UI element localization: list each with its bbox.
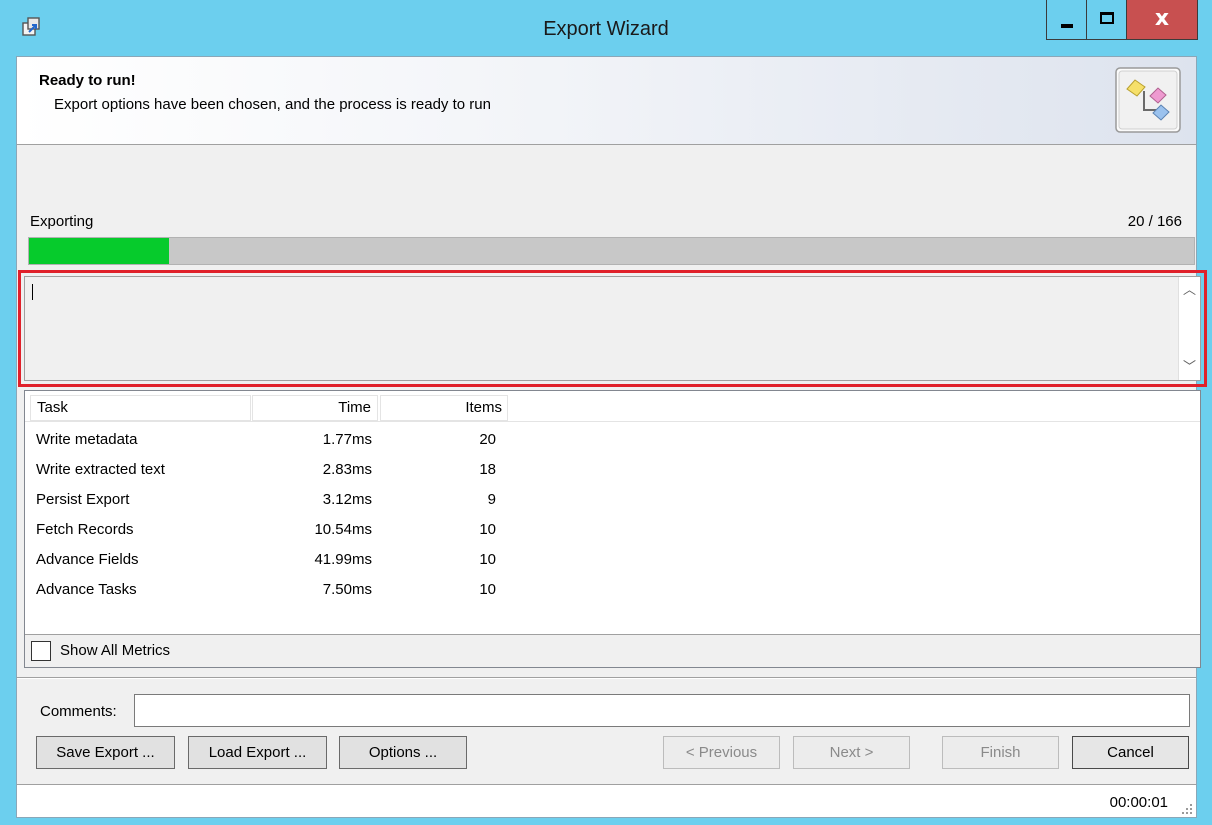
window-controls: x [1046,0,1198,40]
cell-items: 9 [487,491,496,508]
cell-items: 18 [479,461,496,478]
progress-count: 20 / 166 [1127,213,1182,230]
cell-items: 20 [479,431,496,448]
options-button[interactable]: Options ... [339,736,467,769]
close-icon: x [1154,6,1170,31]
cell-task: Fetch Records [36,521,134,538]
table-row[interactable]: Advance Tasks 7.50ms 10 [30,575,510,605]
table-row[interactable]: Advance Fields 41.99ms 10 [30,545,510,575]
cell-time: 7.50ms [322,581,372,598]
metrics-table: Task Time Items Write metadata 1.77ms 20… [24,390,1201,668]
progress-fill [29,238,169,264]
show-all-metrics-checkbox[interactable] [31,641,51,661]
minimize-button[interactable] [1046,0,1087,40]
cell-time: 1.77ms [322,431,372,448]
log-scrollbar[interactable]: ︿ ﹀ [1178,277,1200,380]
header-rule [25,421,1200,422]
show-all-metrics-label[interactable]: Show All Metrics [60,642,170,659]
previous-button[interactable]: < Previous [663,736,780,769]
save-export-button[interactable]: Save Export ... [36,736,175,769]
maximize-button[interactable] [1086,0,1127,40]
header-subtitle: Export options have been chosen, and the… [54,96,491,113]
column-header-task[interactable]: Task [30,395,251,421]
show-metrics-bar: Show All Metrics [25,634,1200,667]
cell-time: 3.12ms [322,491,372,508]
table-row[interactable]: Write metadata 1.77ms 20 [30,425,510,455]
cell-task: Write extracted text [36,461,165,478]
table-row[interactable]: Fetch Records 10.54ms 10 [30,515,510,545]
divider [17,677,1196,679]
cell-time: 41.99ms [314,551,372,568]
export-wizard-window: Export Wizard x Ready to run! Export opt… [0,0,1212,825]
cell-task: Advance Tasks [36,581,137,598]
cell-task: Persist Export [36,491,130,508]
scroll-down-icon[interactable]: ﹀ [1179,356,1200,378]
cell-items: 10 [479,551,496,568]
wizard-header: Ready to run! Export options have been c… [17,57,1196,145]
table-row[interactable]: Write extracted text 2.83ms 18 [30,455,510,485]
close-button[interactable]: x [1126,0,1198,40]
cell-time: 2.83ms [322,461,372,478]
next-button[interactable]: Next > [793,736,910,769]
text-caret [32,284,33,300]
minimize-icon [1061,24,1073,28]
cell-task: Write metadata [36,431,138,448]
cell-items: 10 [479,581,496,598]
cell-task: Advance Fields [36,551,139,568]
comments-input[interactable] [134,694,1190,727]
resize-grip-icon[interactable] [1178,800,1192,814]
column-header-time[interactable]: Time [252,395,378,421]
finish-button[interactable]: Finish [942,736,1059,769]
wizard-client-area: Ready to run! Export options have been c… [16,56,1207,818]
maximize-icon [1100,12,1114,24]
elapsed-time: 00:00:01 [1109,794,1168,811]
export-wizard-icon [1115,67,1181,133]
export-progress-bar [28,237,1195,265]
load-export-button[interactable]: Load Export ... [188,736,327,769]
window-title: Export Wizard [543,18,669,40]
comments-label: Comments: [40,703,117,720]
column-header-items[interactable]: Items [380,395,508,421]
progress-label: Exporting [30,213,94,230]
cell-items: 10 [479,521,496,538]
header-title: Ready to run! [39,72,136,89]
table-row[interactable]: Persist Export 3.12ms 9 [30,485,510,515]
scroll-up-icon[interactable]: ︿ [1179,279,1200,301]
cell-time: 10.54ms [314,521,372,538]
log-textbox[interactable]: ︿ ﹀ [24,276,1201,381]
cancel-button[interactable]: Cancel [1072,736,1189,769]
status-bar: 00:00:01 [17,784,1196,817]
title-bar[interactable]: Export Wizard x [0,0,1212,56]
